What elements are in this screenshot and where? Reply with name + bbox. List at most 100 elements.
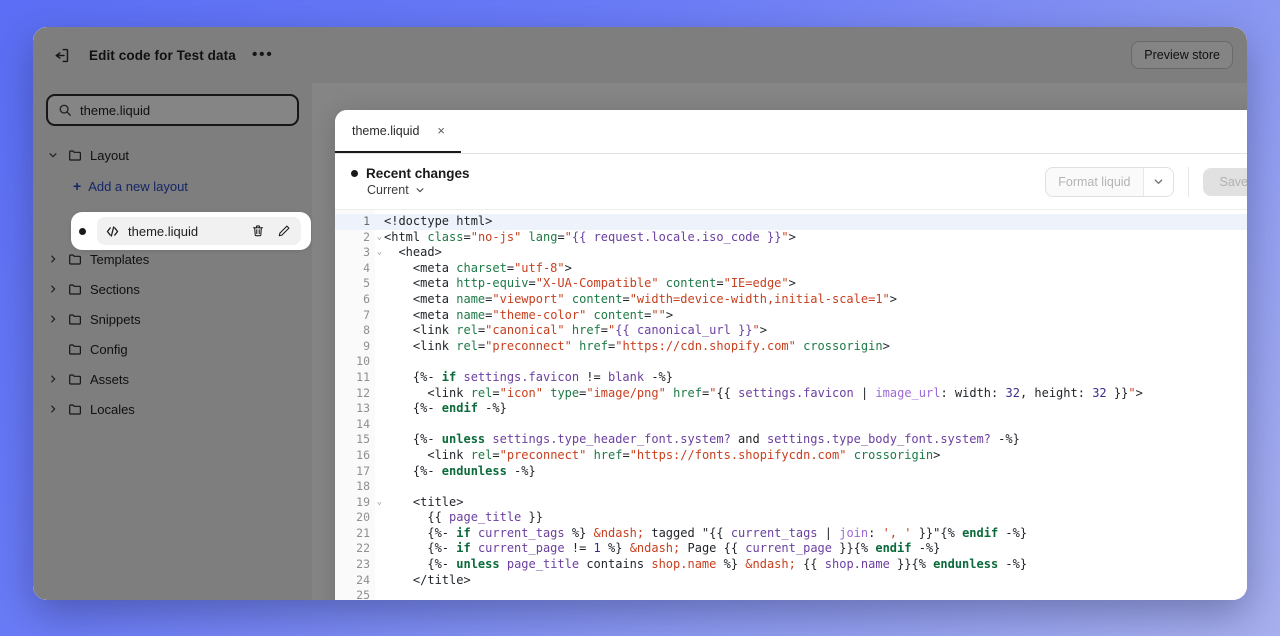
code-token: }}"{%	[911, 525, 963, 540]
line-number: 23	[356, 557, 370, 572]
code-token: {%-	[384, 463, 442, 478]
plus-icon: +	[73, 178, 82, 194]
sidebar-folder-assets[interactable]: Assets	[46, 364, 299, 394]
code-token: !=	[564, 541, 594, 556]
code-line[interactable]: {%- unless page_title contains shop.name…	[384, 557, 1247, 573]
code-line[interactable]	[384, 354, 1247, 370]
code-line[interactable]: {%- if current_tags %} &ndash; tagged "{…	[384, 526, 1247, 542]
code-line[interactable]: <link rel="preconnect" href="https://fon…	[384, 448, 1247, 464]
code-line[interactable]: {%- if settings.favicon != blank -%}	[384, 370, 1247, 386]
add-new-layout-button[interactable]: + Add a new layout	[46, 172, 299, 200]
chevron-down-icon[interactable]	[1142, 167, 1173, 196]
code-token: {%-	[384, 401, 442, 416]
code-line[interactable]: <link rel="preconnect" href="https://cdn…	[384, 339, 1247, 355]
code-token: if	[456, 541, 471, 556]
line-number: 2 ⌄	[363, 229, 382, 244]
code-line[interactable]: <html class="no-js" lang="{{ request.loc…	[384, 230, 1247, 246]
code-token: , height:	[1019, 385, 1093, 400]
toolbar-divider	[1187, 166, 1189, 197]
code-line[interactable]: {%- endunless -%}	[384, 464, 1247, 480]
code-token: "	[1128, 385, 1136, 400]
code-token: -%}	[644, 369, 674, 384]
sidebar-file-theme-liquid[interactable]: theme.liquid	[71, 212, 311, 250]
line-number: 16	[356, 447, 370, 462]
code-line[interactable]: {%- if current_page != 1 %} &ndash; Page…	[384, 541, 1247, 557]
code-line[interactable]	[384, 417, 1247, 433]
more-options-icon[interactable]: •••	[248, 47, 278, 63]
code-line[interactable]: {%- unless settings.type_header_font.sys…	[384, 432, 1247, 448]
file-name-label: theme.liquid	[128, 223, 199, 239]
sidebar-folder-snippets[interactable]: Snippets	[46, 304, 299, 334]
code-token: and	[730, 432, 767, 447]
code-token: content	[665, 276, 717, 291]
editor-subbar: Recent changes Current Format liquid Sav…	[335, 154, 1247, 210]
code-token: <head>	[384, 245, 442, 260]
code-token: rel	[470, 447, 493, 462]
code-token: =	[622, 447, 630, 462]
code-token: <meta	[384, 307, 457, 322]
chevron-right-icon	[46, 402, 60, 416]
code-token: unless	[456, 557, 500, 572]
code-line[interactable]: <meta charset="utf-8">	[384, 261, 1247, 277]
sidebar-folder-sections[interactable]: Sections	[46, 274, 299, 304]
exit-icon[interactable]	[47, 41, 75, 69]
code-token: current_page	[745, 541, 832, 556]
line-number: 8	[363, 323, 370, 338]
save-button[interactable]: Save	[1202, 167, 1247, 196]
code-token: {%-	[384, 369, 442, 384]
code-token: "	[781, 229, 789, 244]
sidebar-folder-config[interactable]: Config	[46, 334, 299, 364]
code-content[interactable]: <!doctype html> <html class="no-js" lang=…	[375, 210, 1247, 600]
code-line[interactable]: {%- endif -%}	[384, 401, 1247, 417]
line-number: 20	[356, 510, 370, 525]
line-number: 25	[356, 588, 370, 600]
search-field[interactable]: theme.liquid	[46, 94, 299, 126]
sidebar-folder-layout[interactable]: Layout	[46, 140, 299, 170]
code-line[interactable]: </title>	[384, 573, 1247, 589]
preview-store-button[interactable]: Preview store	[1131, 41, 1233, 69]
code-line[interactable]: <meta http-equiv="X-UA-Compatible" conte…	[384, 276, 1247, 292]
code-token: content	[593, 307, 645, 322]
chevron-right-icon	[46, 252, 60, 266]
search-input[interactable]: theme.liquid	[80, 103, 287, 118]
format-liquid-group[interactable]: Format liquid	[1045, 166, 1174, 197]
line-number: 17	[356, 463, 370, 478]
version-selector[interactable]: Current	[351, 183, 1045, 197]
folder-icon	[67, 311, 83, 327]
chevron-down-icon	[415, 185, 425, 195]
code-token: href	[673, 385, 702, 400]
recent-changes-row[interactable]: Recent changes	[351, 166, 1045, 181]
line-number: 18	[356, 479, 370, 494]
format-liquid-button[interactable]: Format liquid	[1046, 168, 1142, 196]
code-line[interactable]: <link rel="icon" type="image/png" href="…	[384, 386, 1247, 402]
code-line[interactable]: <!doctype html>	[375, 214, 1247, 230]
tab-theme-liquid[interactable]: theme.liquid ×	[335, 110, 461, 153]
pencil-icon[interactable]	[275, 222, 293, 240]
code-line[interactable]: <link rel="canonical" href="{{ canonical…	[384, 323, 1247, 339]
sidebar-folder-locales[interactable]: Locales	[46, 394, 299, 424]
code-token: crossorigin	[853, 447, 934, 462]
trash-icon[interactable]	[249, 222, 267, 240]
code-line[interactable]: {{ page_title }}	[384, 510, 1247, 526]
code-token: settings.favicon	[463, 369, 580, 384]
code-token: charset	[456, 260, 507, 275]
code-line[interactable]: <head>	[384, 245, 1247, 261]
code-token: crossorigin	[803, 338, 883, 353]
code-token: <link	[384, 323, 457, 338]
code-token: endunless	[441, 463, 507, 478]
code-token: |	[817, 525, 840, 540]
code-token: <link	[384, 447, 471, 462]
chevron-down-icon	[46, 148, 60, 162]
code-line[interactable]	[384, 479, 1247, 495]
code-area: 1 2 ⌄ 3 ⌄ 4 5 6 7 8 9 10 11 12 13 14 15 16 17 18 19 ⌄ 20 21 22 23…	[335, 210, 1247, 600]
code-line[interactable]: <title>	[384, 495, 1247, 511]
code-line[interactable]: <meta name="viewport" content="width=dev…	[384, 292, 1247, 308]
code-token: "IE=edge"	[723, 276, 789, 291]
close-icon[interactable]: ×	[437, 124, 445, 137]
line-number: 3 ⌄	[363, 245, 382, 260]
code-line[interactable]	[384, 588, 1247, 600]
code-line[interactable]: <meta name="theme-color" content="">	[384, 308, 1247, 324]
